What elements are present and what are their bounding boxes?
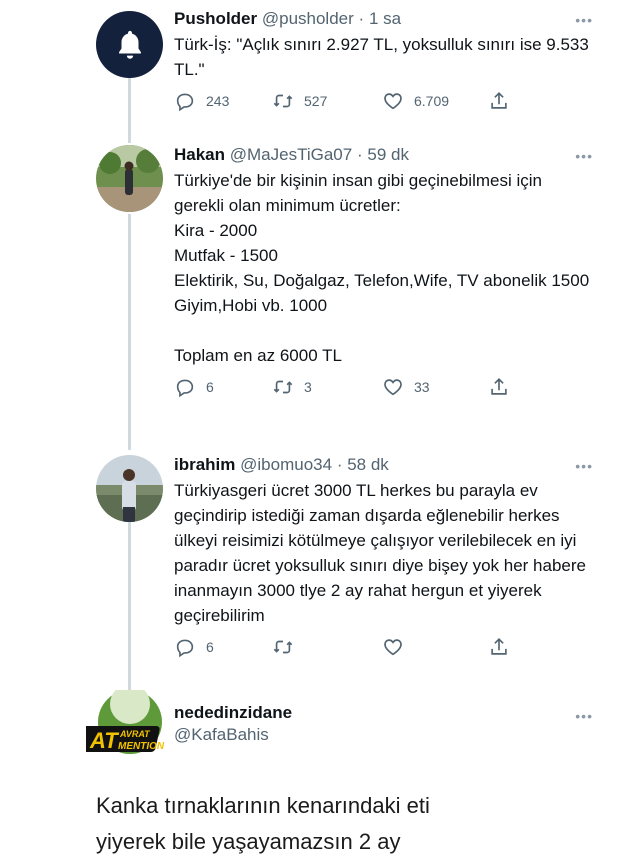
reply-button[interactable]: 6: [174, 376, 214, 398]
user-handle[interactable]: @KafaBahis: [174, 724, 595, 746]
separator: ·: [356, 145, 363, 164]
reply-count: 6: [206, 379, 214, 395]
bell-icon: [118, 30, 141, 59]
avatar-photo-icon: [96, 455, 163, 522]
like-button[interactable]: 33: [382, 376, 430, 398]
avat-mention-logo: AT AVRAT MENTION: [86, 690, 165, 754]
timestamp[interactable]: 1 sa: [369, 9, 401, 28]
retweet-count: 527: [304, 93, 328, 109]
timestamp[interactable]: 58 dk: [347, 455, 389, 474]
share-button[interactable]: [488, 636, 520, 658]
share-icon: [491, 378, 507, 395]
reply-count: 6: [206, 639, 214, 655]
heart-icon: [384, 93, 402, 110]
reply-button[interactable]: 243: [174, 90, 229, 112]
share-icon: [491, 92, 507, 109]
tweet-text: Türkiyasgeri ücret 3000 TL herkes bu par…: [174, 481, 586, 625]
like-count: 6.709: [414, 93, 450, 109]
avatar-photo-icon: [96, 145, 163, 212]
logo-mention-text: MENTION: [118, 741, 165, 752]
retweet-count: 3: [304, 379, 312, 395]
retweet-button[interactable]: [272, 636, 304, 658]
share-icon: [491, 638, 507, 655]
user-handle[interactable]: @MaJesTiGa07: [230, 145, 352, 164]
like-button[interactable]: [382, 636, 414, 658]
tweet-nededinzidane[interactable]: AT AVRAT MENTION ••• nededinzidane @Kafa…: [0, 690, 635, 770]
display-name[interactable]: Pusholder: [174, 9, 257, 28]
reply-icon: [176, 93, 194, 112]
display-name[interactable]: Hakan: [174, 145, 225, 164]
tweet-pusholder[interactable]: ••• Pusholder @pusholder · 1 sa Türk-İş:…: [0, 6, 635, 116]
avatar[interactable]: AT AVRAT MENTION: [86, 690, 165, 757]
user-handle[interactable]: @ibomuo34: [240, 455, 332, 474]
tweet-actions: 243 527 6.709: [174, 90, 595, 116]
reply-tweet-text: Kanka tırnaklarının kenarındaki eti yiye…: [96, 793, 430, 854]
heart-icon: [384, 639, 402, 656]
retweet-icon: [273, 94, 293, 108]
reply-icon: [176, 379, 194, 398]
tweet-ibrahim[interactable]: ••• ibrahim @ibomuo34 · 58 dk Türkiyasge…: [0, 452, 635, 672]
logo-avrat-text: AVRAT: [119, 729, 151, 739]
retweet-button[interactable]: 3: [272, 376, 312, 398]
reply-button[interactable]: 6: [174, 636, 214, 658]
separator: ·: [336, 455, 343, 474]
display-name[interactable]: ibrahim: [174, 455, 235, 474]
tweet-hakan[interactable]: ••• Hakan @MaJesTiGa07 · 59 dk Türkiye'd…: [0, 142, 635, 432]
timestamp[interactable]: 59 dk: [367, 145, 409, 164]
retweet-button[interactable]: 527: [272, 90, 327, 112]
heart-icon: [384, 379, 402, 396]
tweet-text: Türkiye'de bir kişinin insan gibi geçine…: [174, 171, 590, 365]
reply-icon: [176, 639, 194, 658]
tweet-actions: 6 3 33: [174, 376, 595, 402]
tweet-text: Türk-İş: "Açlık sınırı 2.927 TL, yoksull…: [174, 35, 589, 79]
retweet-icon: [273, 380, 293, 394]
separator: ·: [358, 9, 365, 28]
avatar[interactable]: [96, 145, 163, 212]
like-button[interactable]: 6.709: [382, 90, 449, 112]
avatar[interactable]: [96, 455, 163, 522]
avatar[interactable]: [96, 11, 163, 78]
share-button[interactable]: [488, 376, 520, 398]
share-button[interactable]: [488, 90, 520, 112]
tweet-actions: 6: [174, 636, 595, 662]
retweet-icon: [273, 640, 293, 654]
logo-at-text: AT: [89, 728, 119, 753]
reply-count: 243: [206, 93, 230, 109]
user-handle[interactable]: @pusholder: [262, 9, 354, 28]
display-name[interactable]: nededinzidane: [174, 702, 595, 724]
like-count: 33: [414, 379, 430, 395]
